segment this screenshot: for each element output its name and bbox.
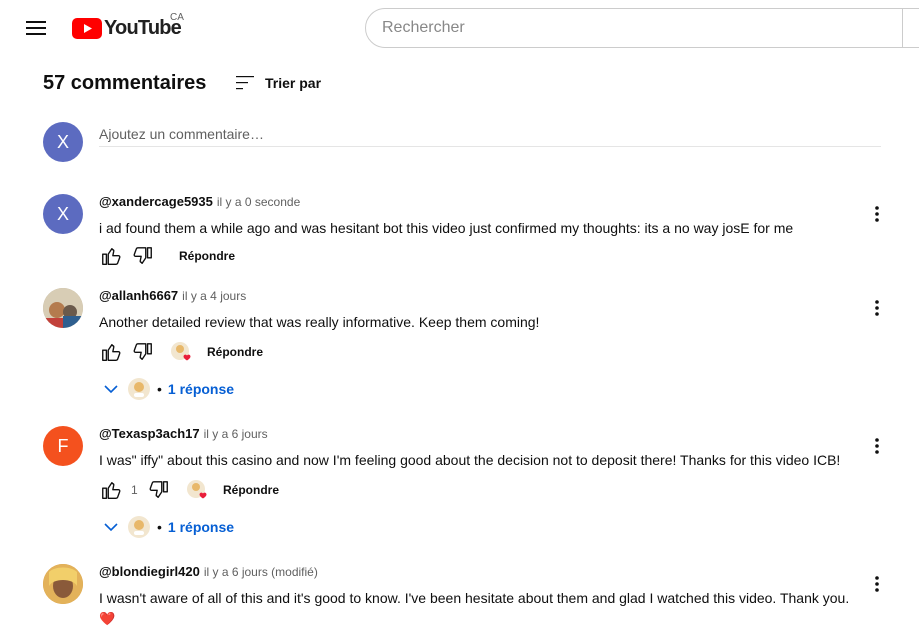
view-replies-button[interactable]: • 1 réponse xyxy=(99,515,234,539)
creator-avatar-icon xyxy=(128,378,150,400)
region-code: CA xyxy=(170,12,184,23)
comment-time[interactable]: il y a 6 jours (modifié) xyxy=(204,565,318,579)
search-input[interactable] xyxy=(366,9,896,47)
author-avatar-initial: F xyxy=(57,435,69,456)
author-avatar[interactable]: X xyxy=(43,194,83,234)
replies-count: 1 réponse xyxy=(167,519,235,535)
comment-text: I wasn't aware of all of this and it's g… xyxy=(99,588,859,627)
comment-text: i ad found them a while ago and was hesi… xyxy=(99,220,794,236)
author-photo xyxy=(43,288,83,328)
chevron-down-icon xyxy=(104,523,118,532)
comment-body: @blondiegirl420 il y a 6 jours (modifié)… xyxy=(99,564,859,627)
add-comment-box: X xyxy=(43,122,881,162)
comment-author[interactable]: @blondiegirl420 xyxy=(99,564,200,579)
comment-time[interactable]: il y a 0 seconde xyxy=(217,195,300,209)
more-actions-icon[interactable] xyxy=(867,202,887,226)
author-avatar[interactable]: F xyxy=(43,426,83,466)
comment-meta: @xandercage5935 il y a 0 seconde xyxy=(99,194,859,209)
viewer-avatar-initial: X xyxy=(56,131,69,152)
comments-count: 57 commentaires xyxy=(43,72,207,94)
search-box[interactable] xyxy=(365,8,919,48)
comment-author[interactable]: @xandercage5935 xyxy=(99,194,213,209)
author-photo xyxy=(43,564,83,604)
comment-body: @Texasp3ach17 il y a 6 jours I was" iffy… xyxy=(99,426,859,499)
comment-thread: F @Texasp3ach17 il y a 6 jours I was" if… xyxy=(43,426,893,546)
red-heart-emoji: ❤️ xyxy=(99,611,116,626)
author-avatar-initial: X xyxy=(56,203,69,224)
like-icon[interactable] xyxy=(99,340,123,364)
view-replies-button[interactable]: • 1 réponse xyxy=(99,377,234,401)
comment-time[interactable]: il y a 6 jours xyxy=(204,427,268,441)
separator-dot: • xyxy=(157,519,162,535)
comment-actions: Répondre xyxy=(99,340,263,364)
comment-thread: @blondiegirl420 il y a 6 jours (modifié)… xyxy=(43,564,893,627)
author-avatar[interactable] xyxy=(43,288,83,328)
comment-time[interactable]: il y a 4 jours xyxy=(182,289,246,303)
sort-icon xyxy=(236,76,254,90)
comment-thread: @allanh6667 il y a 4 jours Another detai… xyxy=(43,288,893,408)
viewer-avatar[interactable]: X xyxy=(43,122,83,162)
comment-text: I was" iffy" about this casino and now I… xyxy=(99,452,841,468)
search-divider xyxy=(902,8,903,48)
more-actions-icon[interactable] xyxy=(867,572,887,596)
comment-thread: X @xandercage5935 il y a 0 seconde i ad … xyxy=(43,194,893,274)
sort-label: Trier par xyxy=(265,75,322,91)
comment-meta: @Texasp3ach17 il y a 6 jours xyxy=(99,426,859,441)
comment-actions: Répondre xyxy=(99,244,235,268)
creator-heart-icon[interactable] xyxy=(185,478,209,502)
reply-button[interactable]: Répondre xyxy=(223,483,279,497)
youtube-play-icon xyxy=(72,17,102,39)
comment-actions: 1 Répondre xyxy=(99,478,279,502)
like-count: 1 xyxy=(131,483,138,497)
comments-header: 57 commentaires Trier par xyxy=(43,72,321,95)
dislike-icon[interactable] xyxy=(131,340,155,364)
more-actions-icon[interactable] xyxy=(867,434,887,458)
sort-button[interactable]: Trier par xyxy=(233,71,321,95)
creator-avatar-icon xyxy=(128,516,150,538)
reply-button[interactable]: Répondre xyxy=(179,249,235,263)
dislike-icon[interactable] xyxy=(131,244,155,268)
chevron-down-icon xyxy=(104,385,118,394)
comment-body: @allanh6667 il y a 4 jours Another detai… xyxy=(99,288,859,361)
creator-heart-icon[interactable] xyxy=(169,340,193,364)
comment-author[interactable]: @Texasp3ach17 xyxy=(99,426,200,441)
dislike-icon[interactable] xyxy=(147,478,171,502)
replies-count: 1 réponse xyxy=(167,381,235,397)
author-avatar[interactable] xyxy=(43,564,83,604)
menu-hamburger-icon[interactable] xyxy=(20,14,52,42)
add-comment-input[interactable] xyxy=(99,122,881,147)
like-icon[interactable] xyxy=(99,244,123,268)
comment-text-body: I wasn't aware of all of this and it's g… xyxy=(99,590,850,606)
comment-text: Another detailed review that was really … xyxy=(99,314,540,330)
comment-meta: @allanh6667 il y a 4 jours xyxy=(99,288,859,303)
like-icon[interactable] xyxy=(99,478,123,502)
masthead: YouTube CA xyxy=(0,0,919,56)
youtube-logo[interactable]: YouTube xyxy=(72,16,182,40)
comment-meta: @blondiegirl420 il y a 6 jours (modifié) xyxy=(99,564,859,579)
more-actions-icon[interactable] xyxy=(867,296,887,320)
separator-dot: • xyxy=(157,381,162,397)
comment-author[interactable]: @allanh6667 xyxy=(99,288,178,303)
comment-body: @xandercage5935 il y a 0 seconde i ad fo… xyxy=(99,194,859,265)
reply-button[interactable]: Répondre xyxy=(207,345,263,359)
